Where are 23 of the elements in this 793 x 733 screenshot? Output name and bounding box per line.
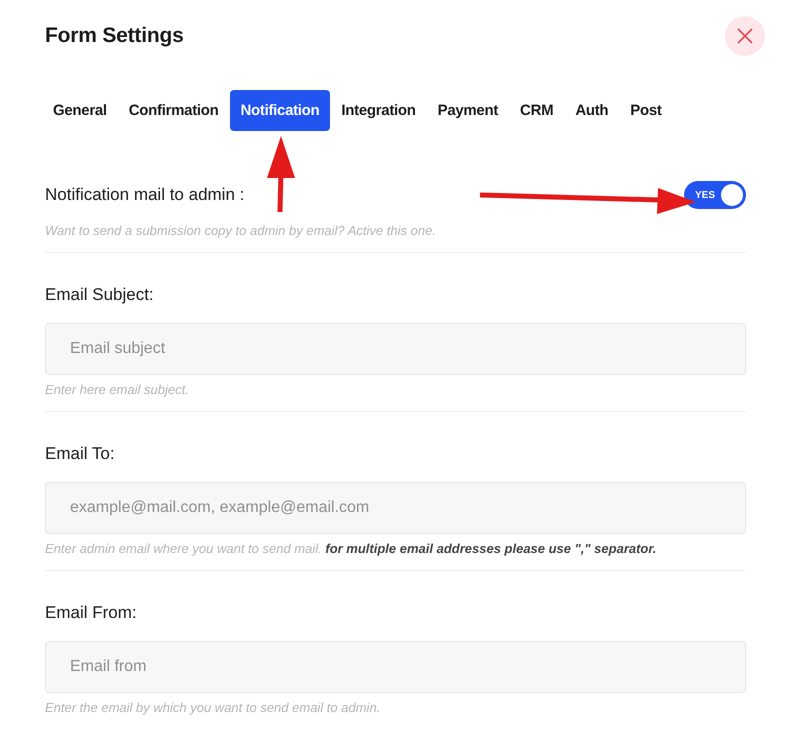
toggle-switch[interactable]: YES: [684, 181, 746, 209]
close-icon: [737, 28, 753, 44]
tab[interactable]: Post: [619, 90, 673, 131]
input-field[interactable]: example@mail.com, example@email.com: [45, 482, 746, 534]
field-label: Notification mail to admin :: [45, 185, 244, 205]
hint-text: Enter here email subject.: [45, 382, 190, 397]
field-label: Email To:: [45, 444, 116, 464]
hint-text: Enter the email by which you want to send email to admin.: [45, 700, 382, 715]
hint-text: Enter admin email where you want to send mail. for multiple email addresses please use "," separator.: [45, 541, 658, 556]
tab[interactable]: CRM: [509, 90, 564, 131]
dialog-title: Form Settings: [45, 24, 184, 48]
tab[interactable]: General: [42, 90, 118, 131]
tab[interactable]: Notification: [230, 90, 330, 131]
tab[interactable]: Auth: [564, 90, 620, 131]
hint-text: Want to send a submission copy to admin by email? Active this one.: [45, 223, 437, 238]
tab[interactable]: Integration: [330, 90, 427, 131]
input-field[interactable]: Email from: [45, 641, 746, 693]
tab[interactable]: Payment: [426, 90, 510, 131]
field-label: Email Subject:: [45, 285, 155, 305]
close-button[interactable]: [725, 16, 765, 56]
tab[interactable]: Confirmation: [118, 90, 230, 131]
field-label: Email From:: [45, 603, 138, 623]
input-field[interactable]: Email subject: [45, 323, 746, 375]
